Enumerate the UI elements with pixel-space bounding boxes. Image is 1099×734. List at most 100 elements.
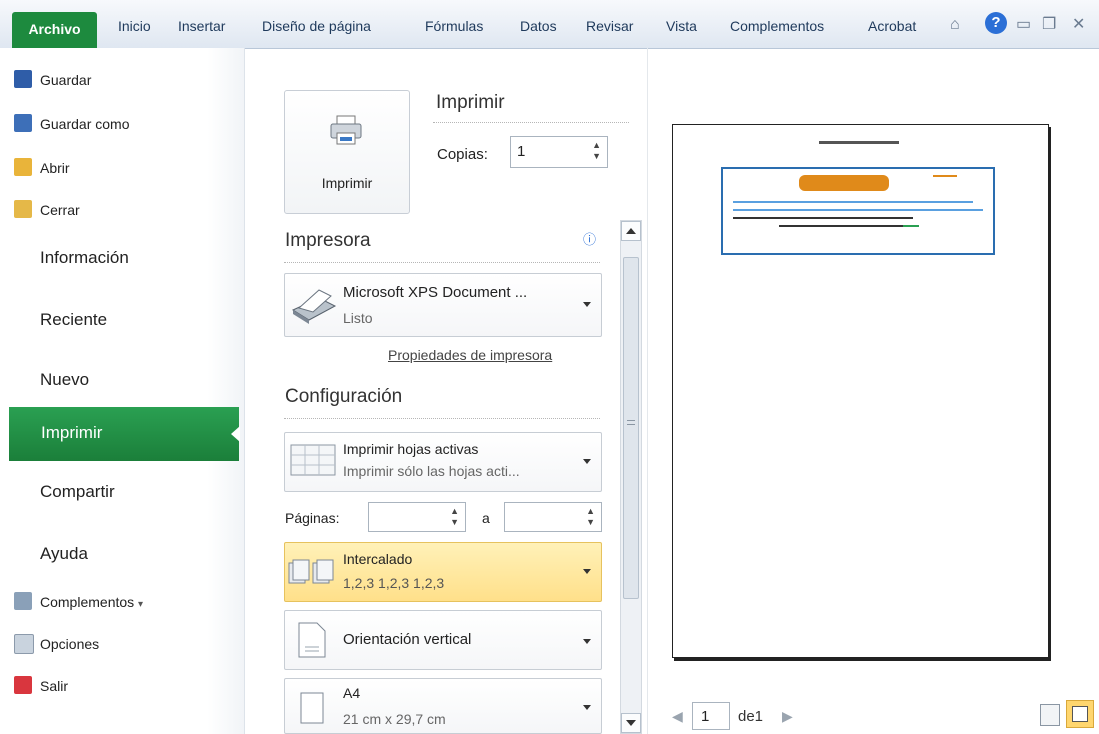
next-page-icon[interactable]: ▶	[782, 708, 793, 725]
tab-complementos[interactable]: Complementos	[730, 18, 824, 34]
nav-abrir[interactable]: Abrir	[14, 158, 70, 176]
maximize-window-icon[interactable]: ❐	[1042, 14, 1056, 34]
divider	[284, 262, 600, 263]
nav-informacion[interactable]: Información	[40, 248, 129, 268]
pages-label: Páginas:	[285, 510, 340, 526]
folder-open-icon	[14, 158, 32, 176]
nav-opciones[interactable]: Opciones	[14, 634, 100, 654]
chevron-down-icon	[583, 459, 591, 464]
ribbon-bar: Archivo Inicio Insertar Diseño de página…	[0, 0, 1099, 49]
nav-salir[interactable]: Salir	[14, 676, 69, 694]
printer-properties-link[interactable]: Propiedades de impresora	[388, 347, 552, 363]
stepper-arrows-icon[interactable]: ▲ ▼	[592, 140, 601, 162]
tab-formulas[interactable]: Fórmulas	[425, 18, 483, 34]
copies-stepper[interactable]: 1 ▲ ▼	[510, 136, 608, 168]
preview-text-line	[733, 201, 973, 203]
orientation-label: Orientación vertical	[343, 631, 472, 648]
tab-revisar[interactable]: Revisar	[586, 18, 633, 34]
settings-heading: Configuración	[285, 386, 403, 407]
nav-cerrar-label: Cerrar	[40, 202, 80, 218]
copies-value: 1	[517, 143, 526, 160]
print-what-subtitle: Imprimir sólo las hojas acti...	[343, 463, 520, 479]
chevron-down-icon	[583, 705, 591, 710]
tab-archivo[interactable]: Archivo	[12, 12, 97, 48]
preview-logo	[799, 175, 889, 191]
nav-complementos[interactable]: Complementos ▾	[14, 592, 144, 610]
tab-datos[interactable]: Datos	[520, 18, 557, 34]
tab-insertar[interactable]: Insertar	[178, 18, 225, 34]
pages-from-input[interactable]: ▲ ▼	[368, 502, 466, 532]
options-icon	[14, 634, 34, 654]
preview-text-line	[733, 209, 983, 211]
tab-diseno-pagina[interactable]: Diseño de página	[262, 18, 371, 34]
zoom-to-page-icon[interactable]	[1066, 700, 1094, 728]
print-what-dropdown[interactable]: Imprimir hojas activas Imprimir sólo las…	[284, 432, 602, 492]
nav-salir-label: Salir	[40, 678, 69, 694]
chevron-down-icon: ▾	[138, 599, 144, 610]
nav-compartir[interactable]: Compartir	[40, 482, 115, 502]
stepper-arrows-icon[interactable]: ▲ ▼	[586, 506, 595, 528]
nav-imprimir[interactable]: Imprimir	[9, 407, 240, 461]
paper-icon	[300, 692, 324, 724]
folder-close-icon	[14, 200, 32, 218]
settings-scrollbar[interactable]	[620, 220, 642, 734]
printer-name: Microsoft XPS Document ...	[343, 284, 528, 301]
printer-heading: Impresora	[285, 230, 371, 251]
save-as-icon	[14, 114, 32, 132]
nav-opciones-label: Opciones	[40, 636, 100, 652]
print-what-title: Imprimir hojas activas	[343, 441, 479, 457]
printer-status: Listo	[343, 310, 373, 326]
tab-vista[interactable]: Vista	[666, 18, 697, 34]
nav-reciente[interactable]: Reciente	[40, 310, 107, 330]
paper-size-title: A4	[343, 685, 361, 701]
paper-size-dropdown[interactable]: A4 21 cm x 29,7 cm	[284, 678, 602, 734]
preview-text-line	[903, 225, 919, 227]
orientation-dropdown[interactable]: Orientación vertical	[284, 610, 602, 670]
nav-guardar-label: Guardar	[40, 72, 92, 88]
addins-icon	[14, 592, 32, 610]
info-icon[interactable]: ⓘ	[583, 229, 596, 248]
nav-ayuda[interactable]: Ayuda	[40, 544, 88, 564]
pane-divider	[647, 48, 648, 734]
preview-text-line	[779, 225, 909, 227]
nav-guardar-como[interactable]: Guardar como	[14, 114, 129, 132]
chevron-down-icon	[583, 569, 591, 574]
save-icon	[14, 70, 32, 88]
divider	[433, 122, 629, 123]
collate-dropdown[interactable]: Intercalado 1,2,3 1,2,3 1,2,3	[284, 542, 602, 602]
backstage-nav: Guardar Guardar como Abrir Cerrar Inform…	[0, 48, 245, 734]
printer-dropdown[interactable]: Microsoft XPS Document ... Listo	[284, 273, 602, 337]
pages-to-input[interactable]: ▲ ▼	[504, 502, 602, 532]
minimize-ribbon-icon[interactable]: ⌂	[950, 16, 960, 34]
pages-to-label: a	[482, 510, 490, 526]
chevron-down-icon	[583, 302, 591, 307]
scroll-down-icon[interactable]	[621, 713, 641, 733]
scroll-thumb[interactable]	[623, 257, 639, 599]
preview-table-block	[721, 167, 995, 255]
collate-subtitle: 1,2,3 1,2,3 1,2,3	[343, 575, 445, 591]
show-margins-icon[interactable]	[1040, 704, 1060, 726]
close-window-icon[interactable]: ✕	[1072, 14, 1085, 34]
tab-inicio[interactable]: Inicio	[118, 18, 151, 34]
page-number-input[interactable]: 1	[692, 702, 730, 730]
exit-icon	[14, 676, 32, 694]
nav-nuevo[interactable]: Nuevo	[40, 370, 89, 390]
chevron-down-icon	[583, 639, 591, 644]
nav-cerrar[interactable]: Cerrar	[14, 200, 80, 218]
collate-icon	[288, 559, 334, 584]
collate-title: Intercalado	[343, 551, 413, 567]
print-button[interactable]: Imprimir	[284, 90, 410, 214]
preview-text-line	[733, 217, 913, 219]
restore-window-icon[interactable]: ▭	[1016, 14, 1031, 34]
scroll-up-icon[interactable]	[621, 221, 641, 241]
tab-acrobat[interactable]: Acrobat	[868, 18, 916, 34]
nav-guardar[interactable]: Guardar	[14, 70, 92, 88]
previous-page-icon[interactable]: ◀	[672, 708, 683, 725]
printer-device-icon	[291, 289, 337, 324]
paper-size-subtitle: 21 cm x 29,7 cm	[343, 711, 446, 727]
help-icon[interactable]: ?	[985, 12, 1007, 34]
print-button-label: Imprimir	[321, 175, 373, 191]
page-number-value: 1	[701, 708, 710, 725]
stepper-arrows-icon[interactable]: ▲ ▼	[450, 506, 459, 528]
nav-imprimir-label: Imprimir	[41, 423, 103, 442]
